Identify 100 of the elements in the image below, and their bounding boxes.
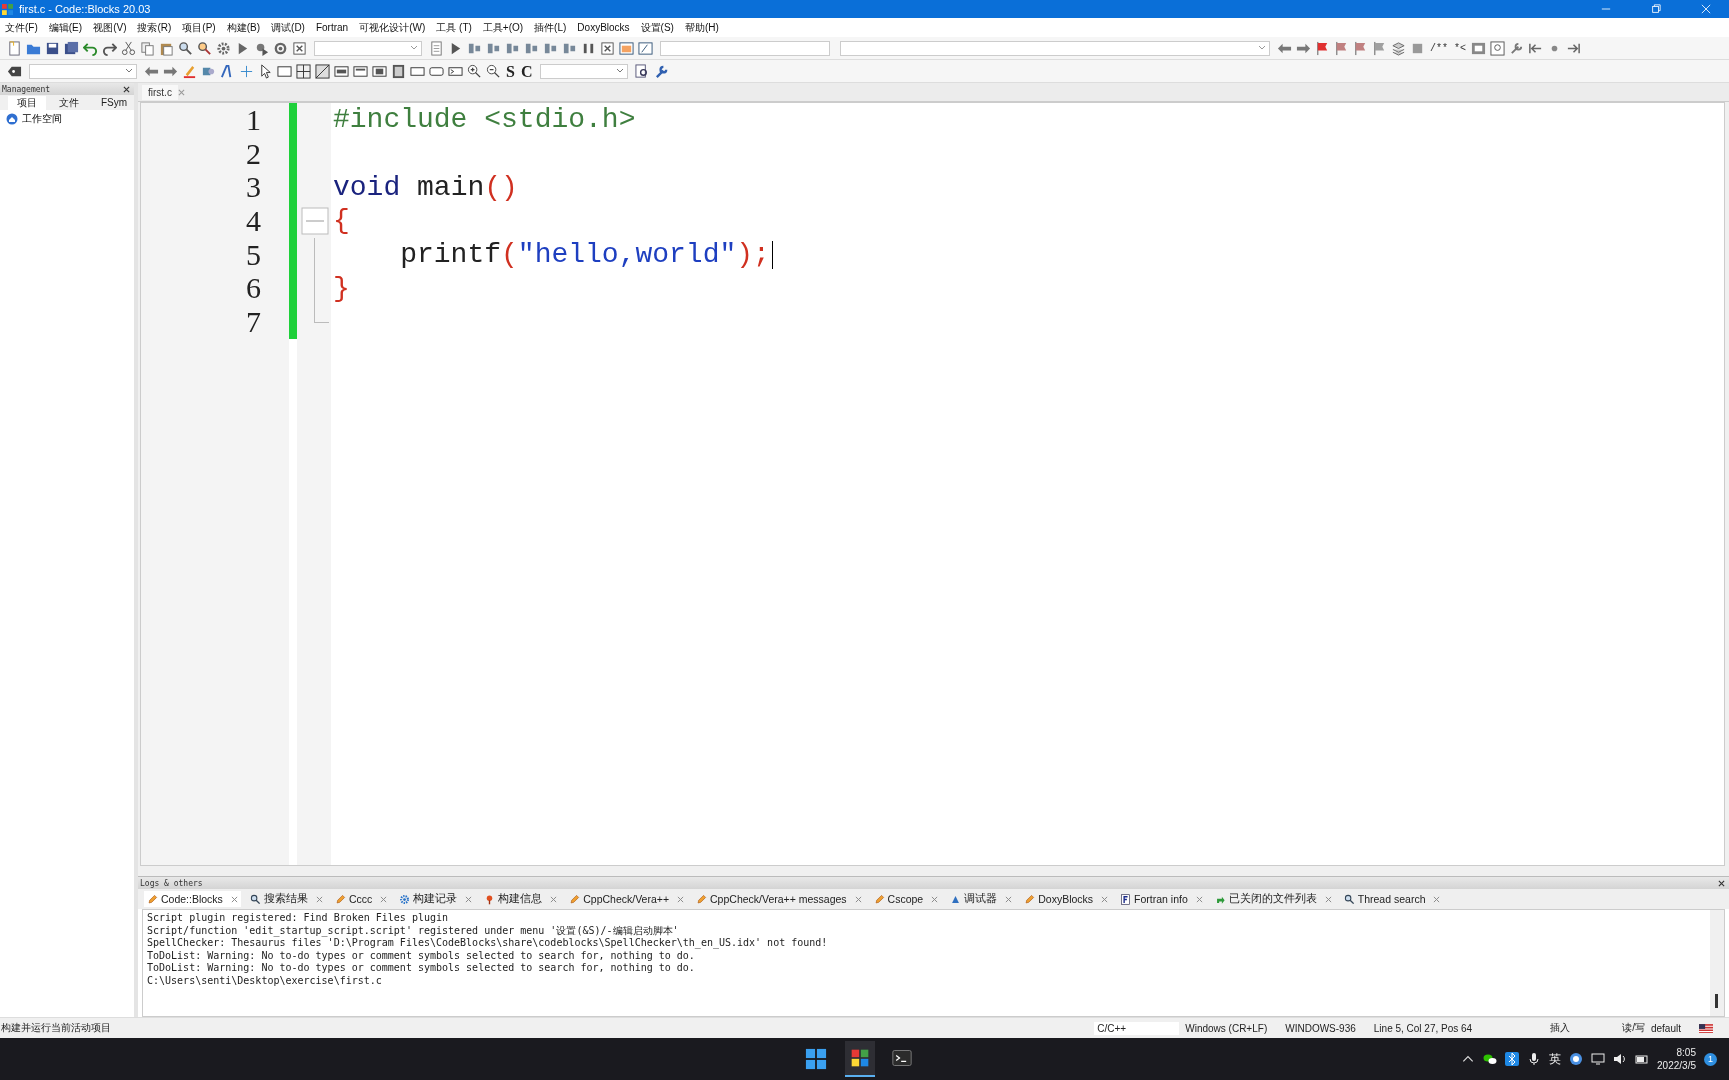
replace-icon[interactable] [197, 40, 212, 56]
windows-logo-icon[interactable] [805, 1048, 827, 1070]
log-tab[interactable]: 调试器 [947, 890, 1016, 908]
doc-block-button[interactable]: /** [1428, 40, 1450, 56]
code-line: void main() [333, 171, 518, 203]
log-tab[interactable]: 构建记录 [396, 890, 476, 908]
tree-item[interactable]: 工作空间 [22, 112, 62, 126]
scrollbar[interactable] [1710, 910, 1724, 1016]
menu-item[interactable]: 调试(D) [271, 20, 305, 35]
menu-item[interactable]: 视图(V) [93, 20, 127, 35]
pencil-icon [569, 893, 581, 905]
menu-item[interactable]: 工具 (T) [436, 20, 472, 35]
menu-item[interactable]: 项目(P) [182, 20, 216, 35]
monitor-icon[interactable] [1591, 1052, 1606, 1066]
zoom-out-icon[interactable] [486, 63, 501, 79]
code-editor[interactable]: 1 2 3 4 5 6 7 #include <stdio.h> void main() { printf("hello,world"); } [140, 102, 1725, 866]
pencil-icon [147, 893, 158, 905]
log-tab[interactable]: CppCheck/Vera++ messages [693, 891, 865, 907]
clock-time[interactable]: 8:05 [1676, 1046, 1696, 1059]
panel-icon[interactable] [372, 63, 387, 79]
dropdown-field[interactable] [540, 63, 629, 79]
log-tab[interactable]: 已关闭的文件列表 [1211, 890, 1335, 908]
help-icon[interactable] [1490, 40, 1506, 56]
taskbar-app[interactable] [845, 1041, 875, 1077]
cursor-icon[interactable] [258, 63, 273, 79]
stop-icon[interactable] [600, 40, 615, 56]
new-file-icon[interactable] [7, 40, 22, 56]
log-line: ToDoList: Warning: No to-do types or comment symbols selected to search for, nothing to do. [147, 962, 696, 975]
log-tab[interactable]: 构建信息 [481, 890, 561, 908]
pencil-icon [873, 893, 885, 905]
menu-item[interactable]: 搜索(R) [137, 20, 172, 35]
panel-tab[interactable]: 项目 [8, 95, 46, 110]
menu-item[interactable]: 构建(B) [226, 20, 261, 35]
wrench-icon[interactable] [654, 63, 670, 79]
save-all-icon[interactable] [64, 40, 79, 56]
flag-icon[interactable] [1372, 40, 1387, 56]
close-icon[interactable] [123, 85, 130, 93]
panel-tab[interactable]: FSym [92, 97, 134, 108]
file-tab[interactable]: first.c [142, 84, 178, 100]
log-tab[interactable]: 搜索结果 [246, 890, 326, 908]
log-tab[interactable]: DoxyBlocks [1021, 891, 1112, 907]
microphone-icon[interactable] [1527, 1052, 1542, 1066]
menu-item[interactable]: DoxyBlocks [577, 22, 630, 33]
window-title: first.c - Code::Blocks 20.03 [19, 3, 151, 15]
window-icon[interactable] [1471, 40, 1487, 56]
fold-marker-icon[interactable] [301, 206, 329, 237]
log-tab[interactable]: Code::Blocks [144, 891, 241, 907]
window-icon[interactable] [638, 40, 653, 56]
input-method-indicator[interactable]: 英 [1549, 1050, 1562, 1068]
grid-icon[interactable] [315, 63, 330, 79]
search-icon [1343, 893, 1355, 905]
panel-tab[interactable]: 文件 [50, 95, 88, 110]
stop-icon[interactable] [292, 40, 307, 56]
zoom-in-icon[interactable] [467, 63, 482, 79]
symbol-s-button[interactable]: S [504, 63, 517, 79]
log-tab[interactable]: Fortran info [1117, 891, 1206, 907]
clock-date[interactable]: 2022/3/5 [1657, 1059, 1696, 1072]
save-icon[interactable] [45, 40, 60, 56]
pencil-icon [1024, 893, 1036, 905]
copy-icon[interactable] [140, 40, 155, 56]
doc-line-button[interactable]: *< [1452, 40, 1469, 56]
log-tab[interactable]: CppCheck/Vera++ [566, 891, 688, 907]
flag-icon[interactable] [1315, 40, 1330, 56]
highlighter-icon[interactable] [182, 63, 197, 79]
menu-item[interactable]: 可视化设计(W) [359, 20, 426, 35]
menu-item[interactable]: 帮助(H) [684, 20, 719, 35]
wrench-icon[interactable] [1509, 40, 1525, 56]
language-field: C/C++ [1094, 1021, 1180, 1035]
gear-icon[interactable] [216, 40, 231, 56]
flag-icon[interactable] [1353, 40, 1368, 56]
log-tab[interactable]: Cscope [870, 891, 942, 907]
bluetooth-icon[interactable] [1505, 1052, 1520, 1066]
flag-icon[interactable] [1334, 40, 1349, 56]
dropdown-field[interactable] [314, 40, 422, 56]
dropdown-field[interactable] [660, 40, 830, 56]
battery-icon[interactable] [1635, 1052, 1650, 1066]
restore-icon[interactable] [1651, 4, 1661, 14]
log-tab[interactable]: Cccc [331, 891, 391, 907]
panel-icon[interactable] [334, 63, 349, 79]
close-icon[interactable] [1718, 879, 1725, 887]
cut-icon[interactable] [121, 40, 136, 56]
frame-icon[interactable] [277, 63, 292, 79]
status-text: 构建并运行当前活动项目 [1, 1021, 111, 1035]
menu-item[interactable]: Fortran [315, 22, 349, 33]
dropdown-field[interactable] [29, 63, 137, 79]
dropdown-field[interactable] [840, 40, 1270, 56]
speaker-icon[interactable] [1613, 1052, 1628, 1066]
menu-item[interactable]: 设置(S) [640, 20, 674, 35]
panel-icon[interactable] [353, 63, 368, 79]
log-line: Script/function 'edit_startup_script.script' registered under menu '设置(&S)/-编辑启动脚本' [147, 924, 680, 937]
menu-item[interactable]: 插件(L) [534, 20, 567, 35]
symbol-c-button[interactable]: C [518, 63, 535, 79]
search-icon[interactable] [178, 40, 193, 56]
menu-item[interactable]: 编辑(E) [48, 20, 83, 35]
menu-item[interactable]: 工具+(O) [482, 20, 524, 35]
grid-icon[interactable] [296, 63, 311, 79]
panel-icon[interactable] [391, 63, 406, 79]
menu-item[interactable]: 文件(F) [5, 20, 38, 35]
chat-icon[interactable] [1483, 1052, 1498, 1066]
log-tab[interactable]: Thread search [1340, 891, 1444, 907]
